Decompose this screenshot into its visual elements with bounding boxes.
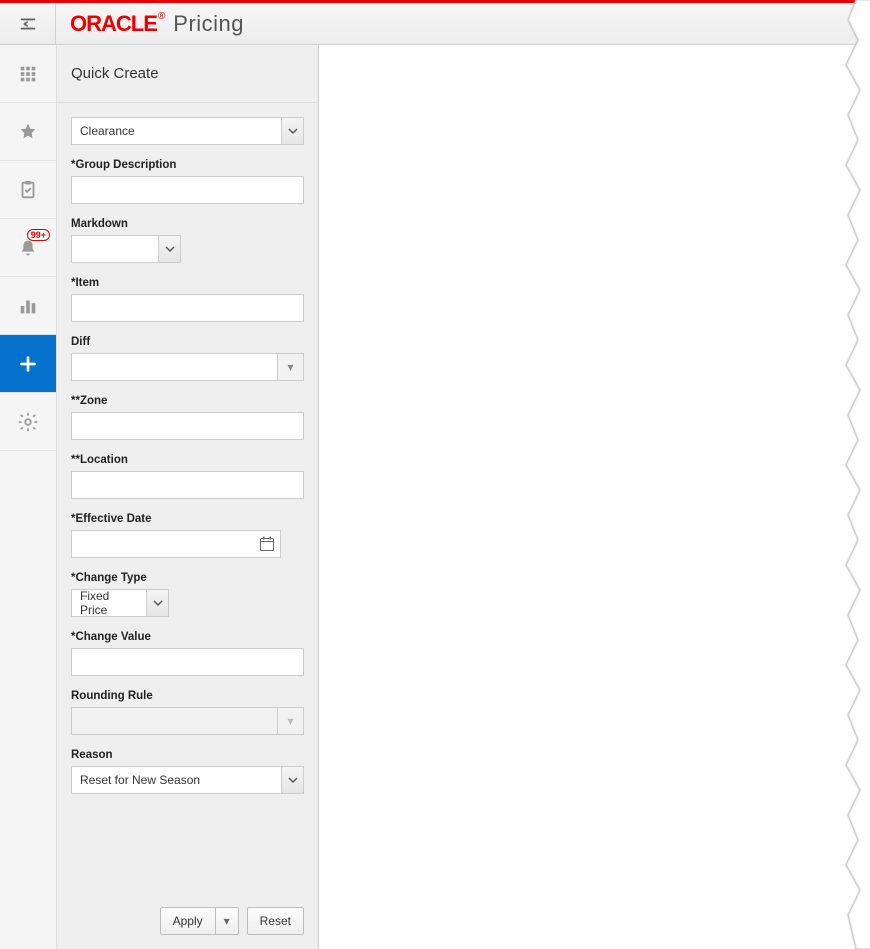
nav-item-reports[interactable] (0, 277, 56, 335)
brand-dot: ® (158, 11, 165, 22)
bar-chart-icon (17, 295, 39, 317)
grid-icon (17, 63, 39, 85)
nav-item-tasks[interactable] (0, 161, 56, 219)
apply-button-label: Apply (161, 908, 216, 934)
panel-collapse-icon (17, 13, 39, 35)
apply-dropdown-icon[interactable]: ▾ (216, 908, 238, 934)
dropdown-icon: ▾ (277, 354, 303, 380)
chevron-down-icon (281, 767, 303, 793)
diff-combo[interactable]: ▾ (71, 353, 304, 381)
reason-value: Reset for New Season (72, 773, 281, 787)
effective-date-label: *Effective Date (71, 513, 304, 525)
gear-icon (17, 411, 39, 433)
zone-label: **Zone (71, 395, 304, 407)
type-select[interactable]: Clearance (71, 117, 304, 145)
type-select-value: Clearance (72, 124, 281, 138)
reason-label: Reason (71, 749, 304, 761)
apply-button[interactable]: Apply ▾ (160, 907, 239, 935)
panel-title: Quick Create (57, 45, 318, 103)
change-value-label: *Change Value (71, 631, 304, 643)
chevron-down-icon (281, 118, 303, 144)
rounding-rule-label: Rounding Rule (71, 690, 304, 702)
chevron-down-icon (158, 236, 180, 262)
notifications-badge: 99+ (27, 229, 50, 241)
clipboard-check-icon (17, 179, 39, 201)
zone-input[interactable] (71, 412, 304, 440)
brand-logo: ORACLE® Pricing (56, 11, 244, 37)
diff-label: Diff (71, 336, 304, 348)
panel-footer: Apply ▾ Reset (57, 897, 318, 949)
reset-button-label: Reset (260, 914, 291, 928)
main-area (319, 45, 870, 949)
brand-word: ORACLE (70, 11, 157, 37)
location-label: **Location (71, 454, 304, 466)
menu-toggle[interactable] (0, 3, 56, 45)
change-value-input[interactable] (71, 648, 304, 676)
change-type-value: Fixed Price (72, 589, 146, 617)
dropdown-icon: ▾ (277, 708, 303, 734)
change-type-label: *Change Type (71, 572, 304, 584)
nav-item-settings[interactable] (0, 393, 56, 451)
nav-item-favorites[interactable] (0, 103, 56, 161)
nav-rail: 99+ (0, 45, 57, 949)
item-input[interactable] (71, 294, 304, 322)
item-label: *Item (71, 277, 304, 289)
chevron-down-icon (146, 590, 168, 616)
location-input[interactable] (71, 471, 304, 499)
markdown-label: Markdown (71, 218, 304, 230)
nav-item-apps[interactable] (0, 45, 56, 103)
app-header: ORACLE® Pricing (0, 3, 870, 45)
plus-icon (17, 353, 39, 375)
effective-date-input[interactable] (71, 530, 281, 558)
change-type-select[interactable]: Fixed Price (71, 589, 169, 617)
rounding-rule-combo[interactable]: ▾ (71, 707, 304, 735)
product-name: Pricing (173, 11, 244, 37)
markdown-select[interactable] (71, 235, 181, 263)
group-description-label: *Group Description (71, 159, 304, 171)
calendar-icon[interactable] (254, 531, 280, 557)
group-description-input[interactable] (71, 176, 304, 204)
nav-item-notifications[interactable]: 99+ (0, 219, 56, 277)
star-icon (17, 121, 39, 143)
quick-create-panel: Quick Create Clearance *Group Descriptio… (57, 45, 319, 949)
reset-button[interactable]: Reset (247, 907, 304, 935)
nav-item-quick-create[interactable] (0, 335, 56, 393)
reason-select[interactable]: Reset for New Season (71, 766, 304, 794)
